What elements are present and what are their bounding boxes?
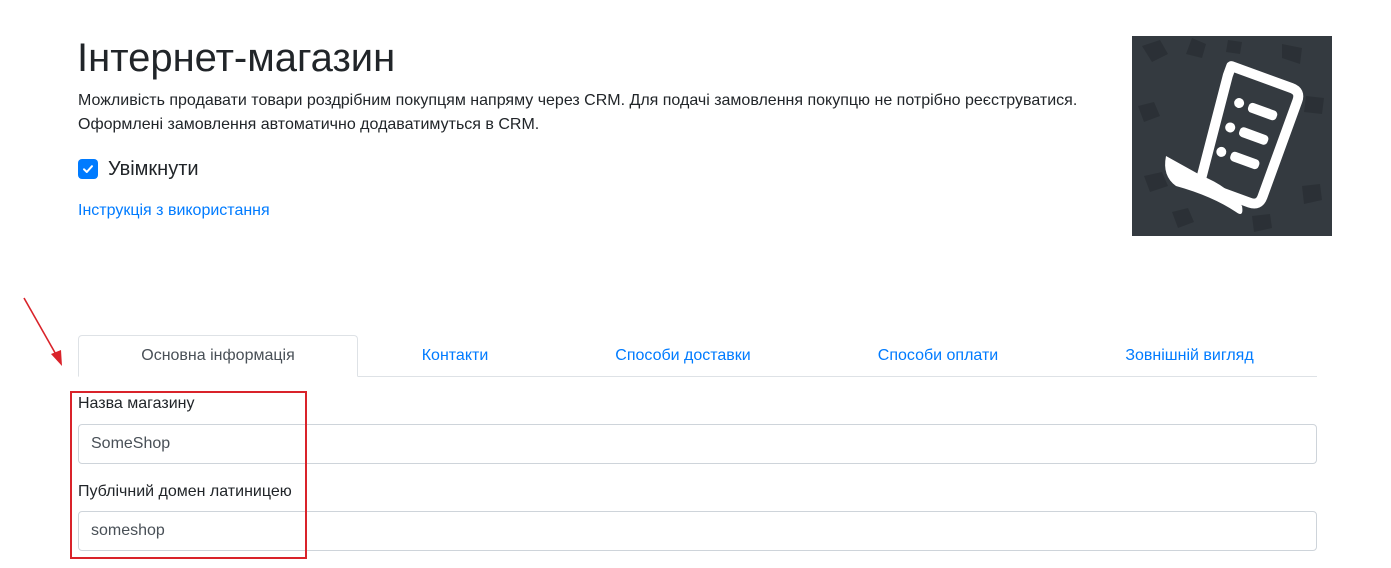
check-icon — [83, 165, 93, 173]
tab-main-info[interactable]: Основна інформація — [78, 335, 358, 377]
description-line-1: Можливість продавати товари роздрібним п… — [78, 92, 1078, 109]
tab-appearance[interactable]: Зовнішній вигляд — [1062, 335, 1317, 376]
page: Інтернет-магазин Можливість продавати то… — [0, 0, 1391, 568]
shop-name-label: Назва магазину — [78, 395, 195, 412]
domain-input[interactable] — [78, 511, 1317, 551]
tab-delivery-methods[interactable]: Способи доставки — [552, 335, 814, 376]
tab-payment-methods[interactable]: Способи оплати — [814, 335, 1062, 376]
tab-contacts[interactable]: Контакти — [358, 335, 552, 376]
receipt-list-icon — [1138, 38, 1324, 232]
shop-name-input[interactable] — [78, 424, 1317, 464]
enable-checkbox[interactable] — [78, 159, 98, 179]
instructions-link[interactable]: Інструкція з використання — [78, 200, 270, 222]
page-title: Інтернет-магазин — [77, 36, 396, 80]
domain-label: Публічний домен латиницею — [78, 483, 292, 500]
enable-toggle[interactable]: Увімкнути — [78, 156, 199, 182]
shop-illustration — [1132, 36, 1332, 236]
settings-tabs: Основна інформація Контакти Способи дост… — [78, 335, 1317, 377]
enable-label: Увімкнути — [108, 158, 199, 180]
annotation-arrow — [23, 297, 62, 366]
page-description: Можливість продавати товари роздрібним п… — [78, 89, 1108, 137]
description-line-2: Оформлені замовлення автоматично додават… — [78, 116, 540, 133]
